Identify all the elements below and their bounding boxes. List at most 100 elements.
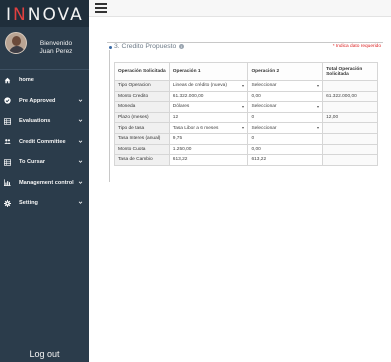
table-row: Moneda Dólares Seleccionar: [114, 101, 378, 113]
logo-letter: I: [6, 5, 14, 25]
op2-input[interactable]: 0: [247, 111, 324, 124]
sidebar-item-label: home: [19, 77, 34, 84]
sidebar: INNOVA Bienvenido Juan Perez home Pre Ap…: [0, 0, 89, 362]
op2-input[interactable]: 0,00: [247, 90, 324, 103]
logout-button[interactable]: Log out: [0, 346, 89, 362]
input-value: 61.322.000,00: [172, 93, 204, 99]
logo-accent-letter: N: [13, 5, 28, 25]
table-row: Tasa Interes (anual) 9,75 0: [114, 132, 378, 145]
op1-input[interactable]: 9,75: [168, 132, 249, 145]
sidebar-nav: home Pre Approved Evaluations Credit Com…: [0, 70, 89, 214]
table-body: Tipo Operacion Lineas de crédito (nueva) S…: [114, 80, 378, 166]
panel-timeline-line: [109, 50, 110, 182]
op1-select[interactable]: Lineas de crédito (nueva): [168, 80, 249, 92]
welcome-text: Bienvenido Juan Perez: [33, 40, 79, 56]
select-box: Tasa Libor a 6 meses: [173, 126, 245, 131]
header-total: Total Operación Solicitada: [322, 62, 378, 81]
sidebar-item-setting[interactable]: Setting: [0, 193, 89, 214]
dropdown-caret-icon: [317, 127, 320, 130]
input-value: 0,00: [251, 93, 261, 99]
select-value: Seleccionar: [251, 104, 277, 110]
sidebar-item-label: To Cursar: [19, 159, 46, 166]
sidebar-item-credit-committee[interactable]: Credit Committee: [0, 132, 89, 153]
select-value: Seleccionar: [251, 83, 277, 89]
select-value: Dólares: [172, 104, 190, 110]
dropdown-caret-icon: [242, 127, 245, 130]
row-label: Plazo (meses): [114, 111, 170, 124]
avatar: [5, 32, 27, 54]
credito-propuesto-panel: 3. Credito Propuesto i * Indica dato req…: [107, 42, 383, 182]
chevron-down-icon: [78, 98, 83, 102]
op2-input[interactable]: 0: [247, 132, 324, 145]
op2-input[interactable]: 0,00: [247, 143, 324, 156]
credit-table: Operación Solicitada Operación 1 Operaci…: [114, 62, 378, 166]
dropdown-caret-icon: [317, 105, 320, 108]
select-box: Seleccionar: [251, 125, 320, 131]
table-header-row: Operación Solicitada Operación 1 Operaci…: [114, 62, 378, 81]
gear-icon: [4, 199, 11, 207]
select-value: Tasa Libor a 6 meses: [172, 125, 219, 131]
row-total: 61.322.000,00: [322, 90, 378, 103]
row-label: Tasa Interes (anual): [114, 132, 170, 145]
op1-select[interactable]: Dólares: [168, 101, 249, 113]
row-label: Tipo de tasa: [114, 122, 170, 134]
user-name: Juan Perez: [39, 48, 73, 55]
chevron-down-icon: [78, 180, 83, 184]
table-icon: [4, 159, 11, 166]
op2-select[interactable]: Seleccionar: [247, 101, 324, 113]
dropdown-caret-icon: [317, 84, 320, 87]
row-total: [322, 132, 378, 145]
bar-chart-icon: [4, 179, 11, 187]
logo-rest: NOVA: [27, 5, 84, 25]
row-total: [322, 80, 378, 92]
row-total: [322, 154, 378, 166]
sidebar-item-evaluations[interactable]: Evaluations: [0, 111, 89, 132]
sidebar-item-label: Management control: [19, 179, 74, 186]
row-total: [322, 122, 378, 134]
select-box: Lineas de crédito (nueva): [173, 83, 245, 88]
op1-select[interactable]: Tasa Libor a 6 meses: [168, 122, 249, 134]
welcome-line: Bienvenido: [39, 40, 73, 47]
sidebar-item-to-cursar[interactable]: To Cursar: [0, 152, 89, 173]
logo[interactable]: INNOVA: [6, 5, 84, 25]
select-value: Seleccionar: [251, 125, 277, 131]
op2-select[interactable]: Seleccionar: [247, 80, 324, 92]
panel-bullet: [109, 46, 112, 49]
op1-input[interactable]: 1.250,00: [168, 143, 249, 156]
table-row: Tipo de tasa Tasa Libor a 6 meses Seleccio…: [114, 122, 378, 134]
chevron-down-icon: [78, 139, 83, 143]
sidebar-item-home[interactable]: home: [0, 70, 89, 91]
sidebar-item-pre-approved[interactable]: Pre Approved: [0, 91, 89, 112]
table-row: Monto Credito 61.322.000,00 0,00 61.322.000…: [114, 90, 378, 103]
row-label: Tasa de Cambio: [114, 154, 170, 166]
input-value: 0,00: [251, 146, 261, 152]
input-value: 12: [172, 115, 179, 121]
op2-select[interactable]: Seleccionar: [247, 122, 324, 134]
row-total: [322, 101, 378, 113]
op2-input[interactable]: 613,22: [247, 154, 324, 166]
input-value: 0: [251, 115, 255, 121]
chevron-down-icon: [78, 201, 83, 204]
dropdown-caret-icon: [242, 84, 245, 87]
input-value: 1.250,00: [172, 146, 192, 152]
table-row: Tasa de Cambio 613,22 613,22: [114, 154, 378, 166]
select-box: Dólares: [173, 104, 245, 109]
row-label: Monto Credito: [114, 90, 170, 103]
info-icon[interactable]: i: [179, 43, 185, 49]
op1-input[interactable]: 61.322.000,00: [168, 90, 249, 103]
table-row: Plazo (meses) 12 0 12,00: [114, 111, 378, 124]
required-note: * Indica dato requerido: [332, 44, 381, 49]
panel-title: 3. Credito Propuesto i: [114, 43, 185, 50]
select-box: Seleccionar: [251, 83, 320, 89]
row-label: Tipo Operacion: [114, 80, 170, 92]
home-icon: [4, 77, 11, 84]
op1-input[interactable]: 613,22: [168, 154, 249, 166]
op1-input[interactable]: 12: [168, 111, 249, 124]
hamburger-menu-icon[interactable]: [95, 3, 107, 13]
select-box: Seleccionar: [251, 104, 320, 110]
input-value: 9,75: [172, 136, 183, 142]
sidebar-item-label: Evaluations: [19, 118, 51, 125]
select-value: Lineas de crédito (nueva): [172, 83, 227, 89]
header-operacion-2: Operación 2: [247, 62, 324, 81]
sidebar-item-management-control[interactable]: Management control: [0, 173, 89, 194]
